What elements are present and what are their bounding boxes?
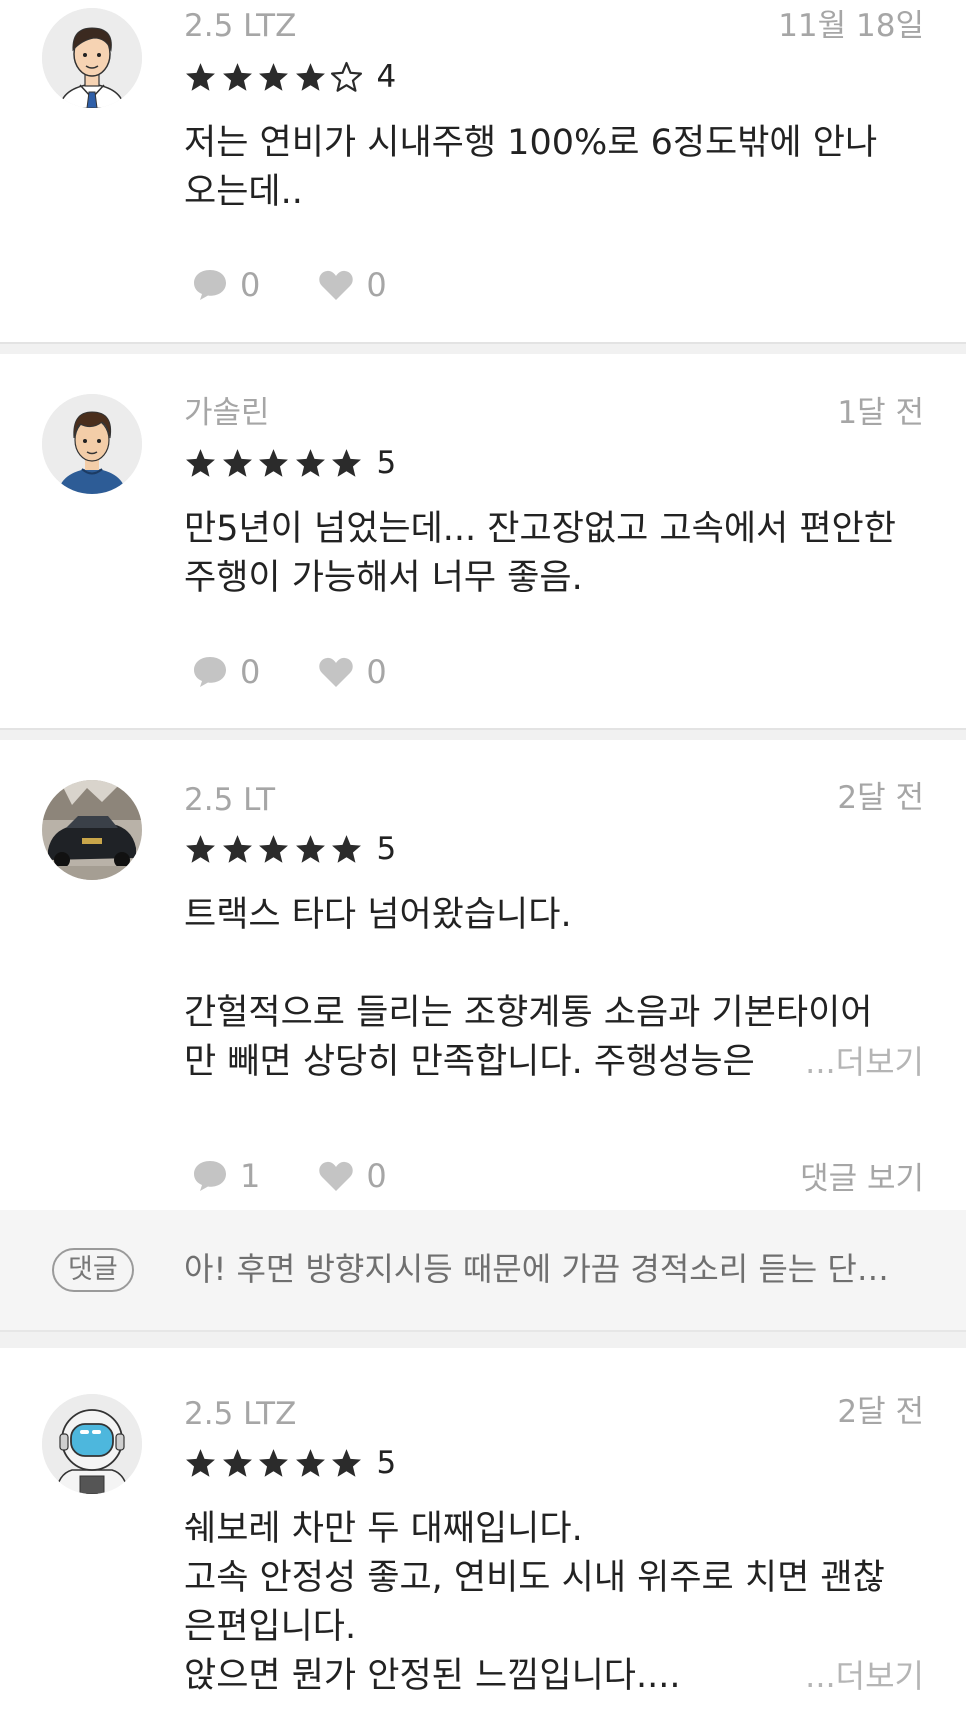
star-filled-icon	[295, 62, 325, 91]
read-more-link[interactable]: ...더보기	[775, 1038, 924, 1087]
review-trim: 가솔린	[184, 395, 270, 431]
review-date: 2달 전	[837, 1394, 924, 1430]
star-filled-icon	[295, 1448, 325, 1477]
star-filled-icon	[295, 834, 325, 863]
comment-count: 0	[240, 266, 261, 304]
man-blue-shirt-avatar-icon[interactable]	[42, 394, 142, 494]
star-filled-icon	[186, 834, 215, 863]
star-filled-icon	[259, 1448, 288, 1477]
star-filled-icon	[186, 448, 215, 477]
heart-icon	[319, 1161, 354, 1191]
star-rating: 4	[184, 57, 396, 97]
star-rating: 5	[184, 1443, 396, 1483]
speech-bubble-icon	[194, 270, 226, 300]
like-button[interactable]: 0	[318, 1157, 387, 1195]
heart-icon	[319, 270, 354, 300]
comment-preview-text: 아! 후면 방향지시등 때문에 가끔 경적소리 듣는 단…	[184, 1250, 889, 1288]
review-trim: 2.5 LTZ	[184, 1396, 297, 1432]
star-filled-icon	[332, 834, 361, 863]
review-actions: 0 0	[192, 651, 387, 693]
review-trim: 2.5 LTZ	[184, 8, 297, 44]
astronaut-avatar-icon[interactable]	[42, 1394, 142, 1494]
businessman-avatar-icon[interactable]	[42, 8, 142, 108]
review-actions: 0 0	[192, 264, 387, 306]
star-filled-icon	[222, 834, 252, 863]
like-count: 0	[366, 266, 387, 304]
star-filled-icon	[259, 834, 288, 863]
rating-value: 5	[376, 1445, 397, 1481]
star-empty-icon	[330, 61, 363, 92]
review-date: 11월 18일	[778, 8, 924, 44]
comment-button[interactable]: 0	[192, 653, 260, 691]
review-date: 2달 전	[837, 780, 924, 816]
view-comments-link[interactable]: 댓글 보기	[800, 1158, 924, 1200]
review-body[interactable]: 만5년이 넘었는데... 잔고장없고 고속에서 편안한 주행이 가능해서 너무 …	[184, 505, 924, 603]
comment-button[interactable]: 1	[192, 1157, 260, 1195]
speech-bubble-icon	[194, 1161, 226, 1191]
speech-bubble-icon	[194, 657, 226, 687]
review-date: 1달 전	[837, 395, 924, 431]
star-rating: 5	[184, 443, 396, 483]
black-car-photo-avatar[interactable]	[42, 780, 142, 880]
review-card: 2.5 LTZ 11월 18일 4 저는 연비가 시내주행 100%로 6정도밖…	[0, 0, 966, 342]
review-card: 2.5 LT 2달 전 5 트랙스 타다 넘어왔습니다. 간헐적으로 들리는 조…	[0, 740, 966, 1210]
rating-value: 5	[376, 445, 397, 481]
review-separator	[0, 342, 966, 354]
comment-count: 0	[240, 653, 261, 691]
like-button[interactable]: 0	[318, 653, 387, 691]
rating-value: 5	[376, 831, 397, 867]
star-filled-icon	[295, 448, 325, 477]
star-filled-icon	[332, 448, 361, 477]
star-filled-icon	[222, 1448, 252, 1477]
star-filled-icon	[222, 448, 252, 477]
rating-value: 4	[376, 59, 397, 95]
comment-button[interactable]: 0	[192, 266, 260, 304]
heart-icon	[319, 657, 354, 687]
review-separator	[0, 1332, 966, 1348]
like-count: 0	[366, 1157, 387, 1195]
review-trim: 2.5 LT	[184, 782, 276, 818]
star-filled-icon	[222, 62, 252, 91]
review-card: 가솔린 1달 전 5 만5년이 넘었는데... 잔고장없고 고속에서 편안한 주…	[0, 354, 966, 730]
star-filled-icon	[186, 62, 215, 91]
review-card: 2.5 LTZ 2달 전 5 쉐보레 차만 두 대째입니다. 고속 안정성 좋고…	[0, 1348, 966, 1735]
comment-tag: 댓글	[52, 1248, 134, 1292]
star-filled-icon	[332, 1448, 361, 1477]
review-body[interactable]: 저는 연비가 시내주행 100%로 6정도밖에 안나 오는데..	[184, 119, 924, 217]
review-separator	[0, 728, 966, 740]
star-filled-icon	[259, 62, 288, 91]
star-filled-icon	[259, 448, 288, 477]
comment-count: 1	[240, 1157, 261, 1195]
star-rating: 5	[184, 829, 396, 869]
comment-preview[interactable]: 댓글 아! 후면 방향지시등 때문에 가끔 경적소리 듣는 단…	[0, 1210, 966, 1332]
star-filled-icon	[186, 1448, 215, 1477]
like-count: 0	[366, 653, 387, 691]
review-actions: 1 0	[192, 1155, 387, 1197]
read-more-link[interactable]: ...더보기	[775, 1652, 924, 1701]
like-button[interactable]: 0	[318, 266, 387, 304]
